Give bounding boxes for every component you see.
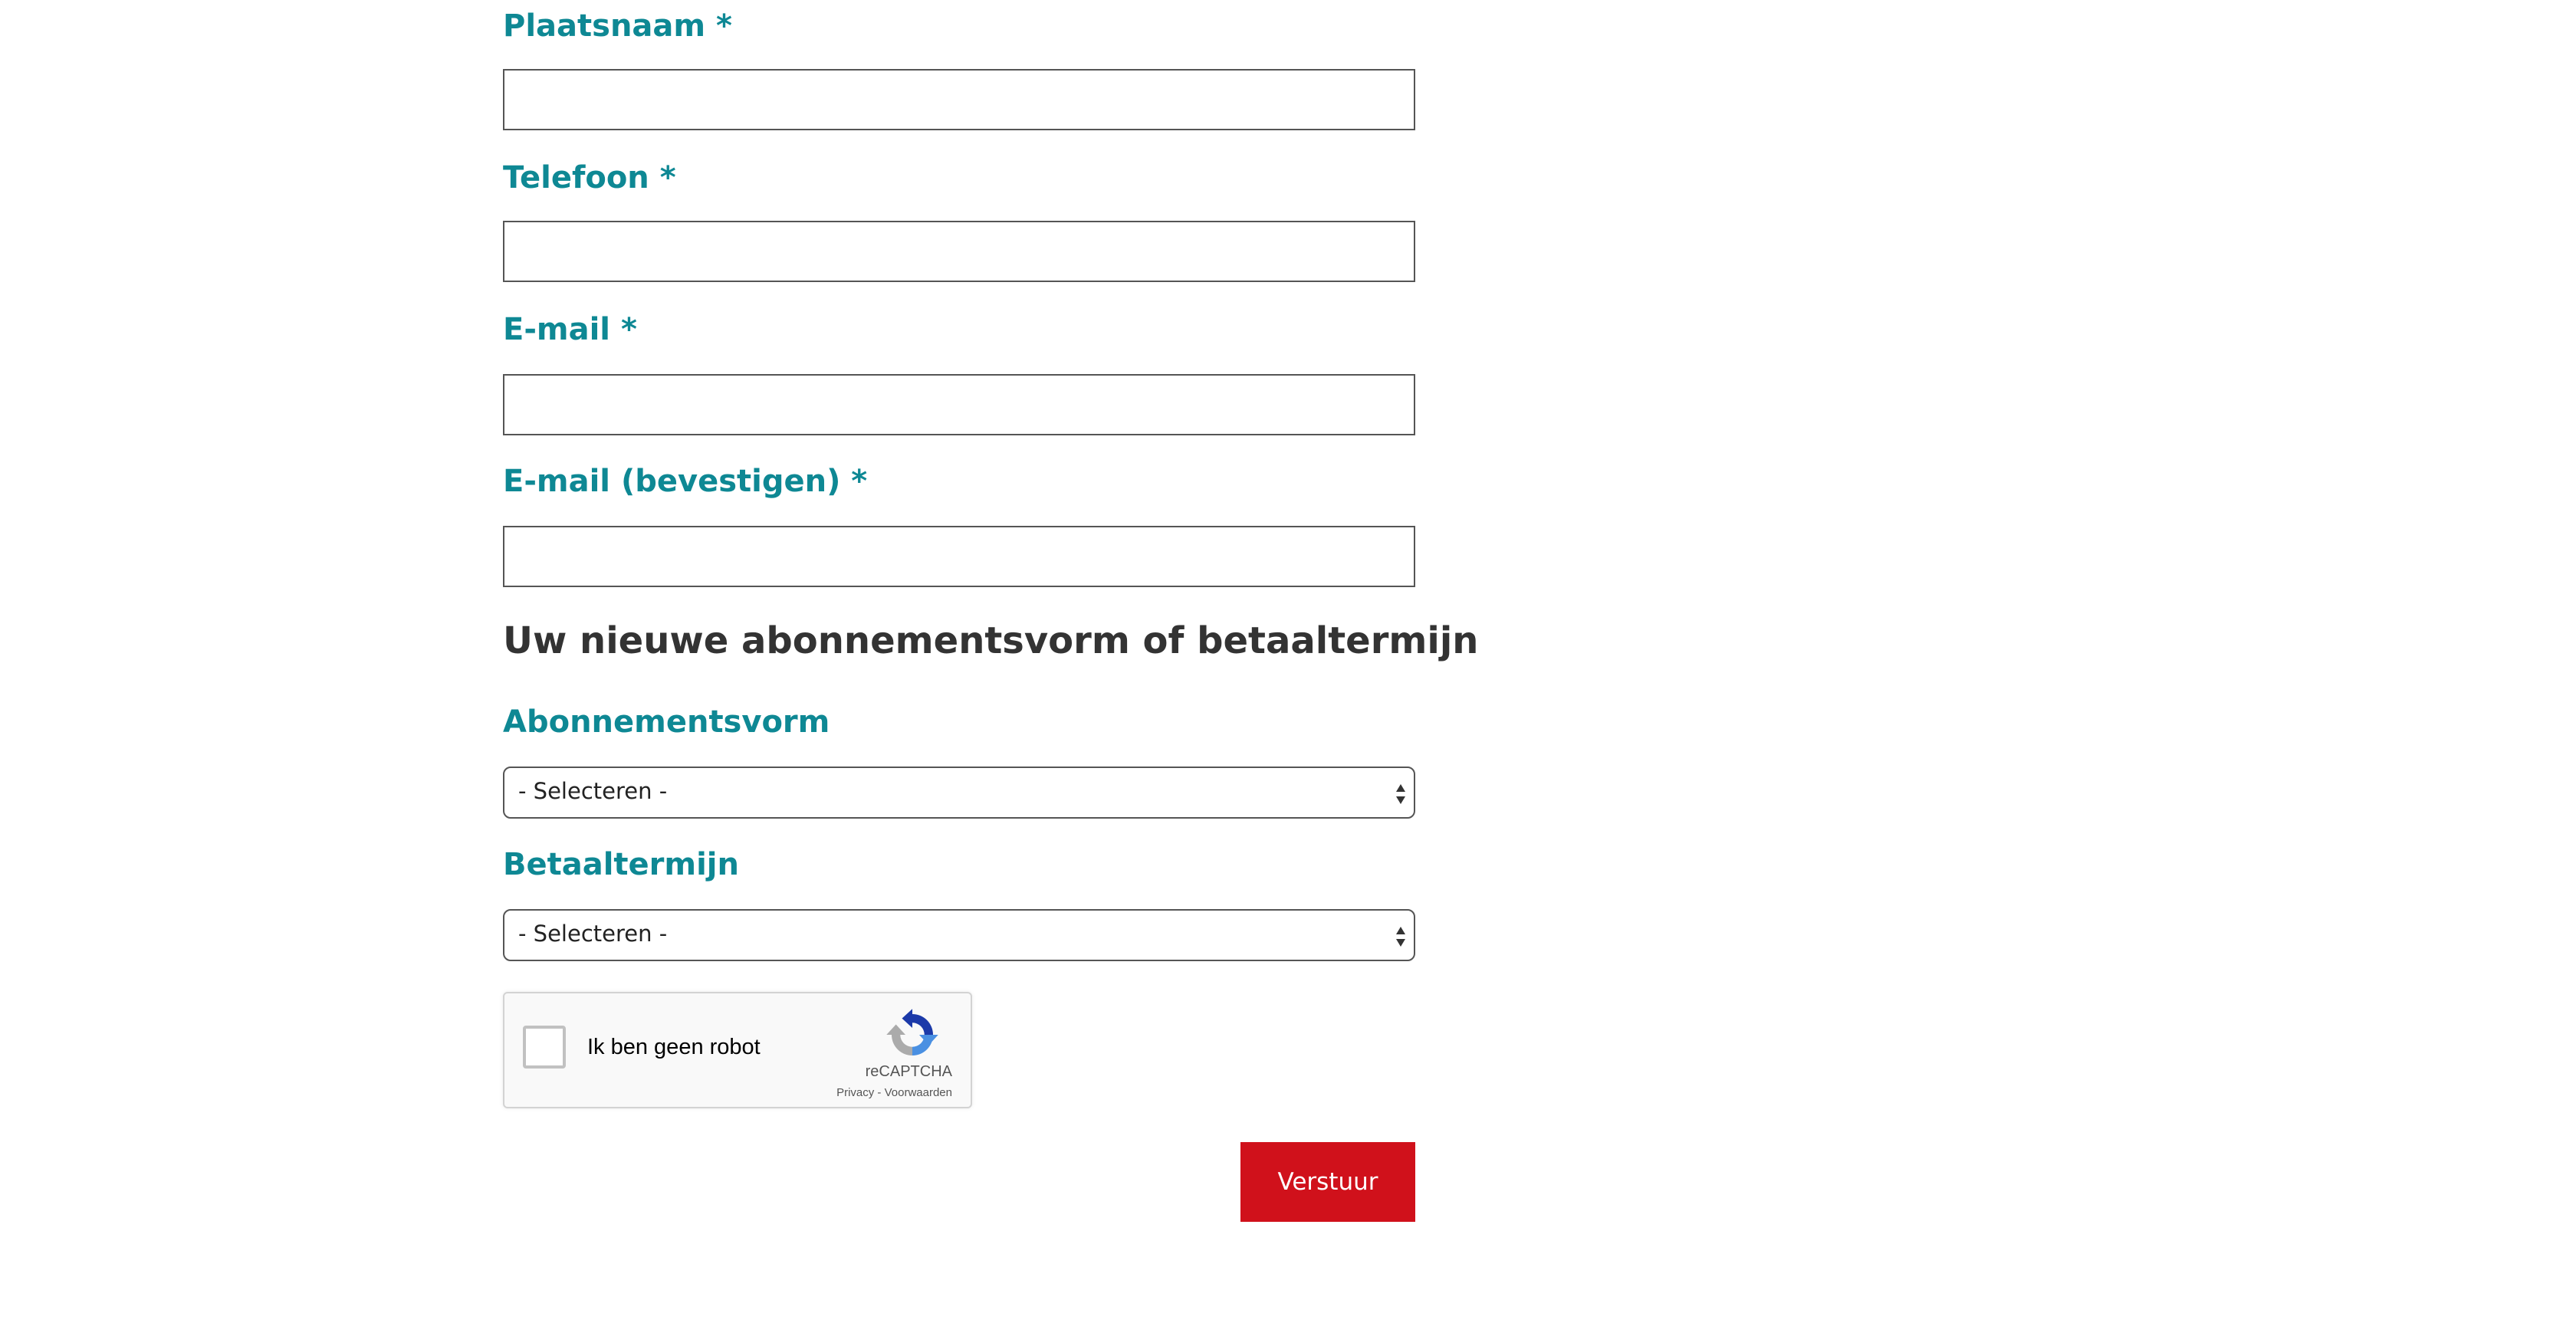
email-input[interactable]: [503, 374, 1415, 435]
subscription-type-selected: - Selecteren -: [518, 778, 668, 804]
recaptcha-brand: reCAPTCHA: [865, 1063, 952, 1080]
subscription-type-label: Abonnementsvorm: [503, 704, 830, 740]
subscription-section-title: Uw nieuwe abonnementsvorm of betaaltermi…: [503, 619, 1479, 662]
payment-term-label: Betaaltermijn: [503, 847, 739, 882]
email-confirm-input[interactable]: [503, 526, 1415, 587]
payment-term-select[interactable]: - Selecteren -: [503, 909, 1415, 961]
email-confirm-label: E-mail (bevestigen) *: [503, 464, 868, 499]
phone-input[interactable]: [503, 221, 1415, 282]
recaptcha-widget: Ik ben geen robot reCAPTCHA Privacy - Vo…: [503, 992, 972, 1108]
city-input[interactable]: [503, 69, 1415, 130]
email-label: E-mail *: [503, 312, 637, 347]
phone-label: Telefoon *: [503, 160, 676, 195]
recaptcha-checkbox[interactable]: [523, 1026, 566, 1069]
select-arrows-icon: [1396, 784, 1405, 804]
recaptcha-logo-icon: [886, 1009, 938, 1055]
select-arrows-icon: [1396, 927, 1405, 947]
submit-button[interactable]: Verstuur: [1240, 1142, 1415, 1222]
recaptcha-links[interactable]: Privacy - Voorwaarden: [836, 1087, 952, 1098]
subscription-type-select[interactable]: - Selecteren -: [503, 767, 1415, 819]
city-label: Plaatsnaam *: [503, 8, 732, 44]
recaptcha-label: Ik ben geen robot: [587, 1035, 761, 1059]
payment-term-selected: - Selecteren -: [518, 921, 668, 947]
